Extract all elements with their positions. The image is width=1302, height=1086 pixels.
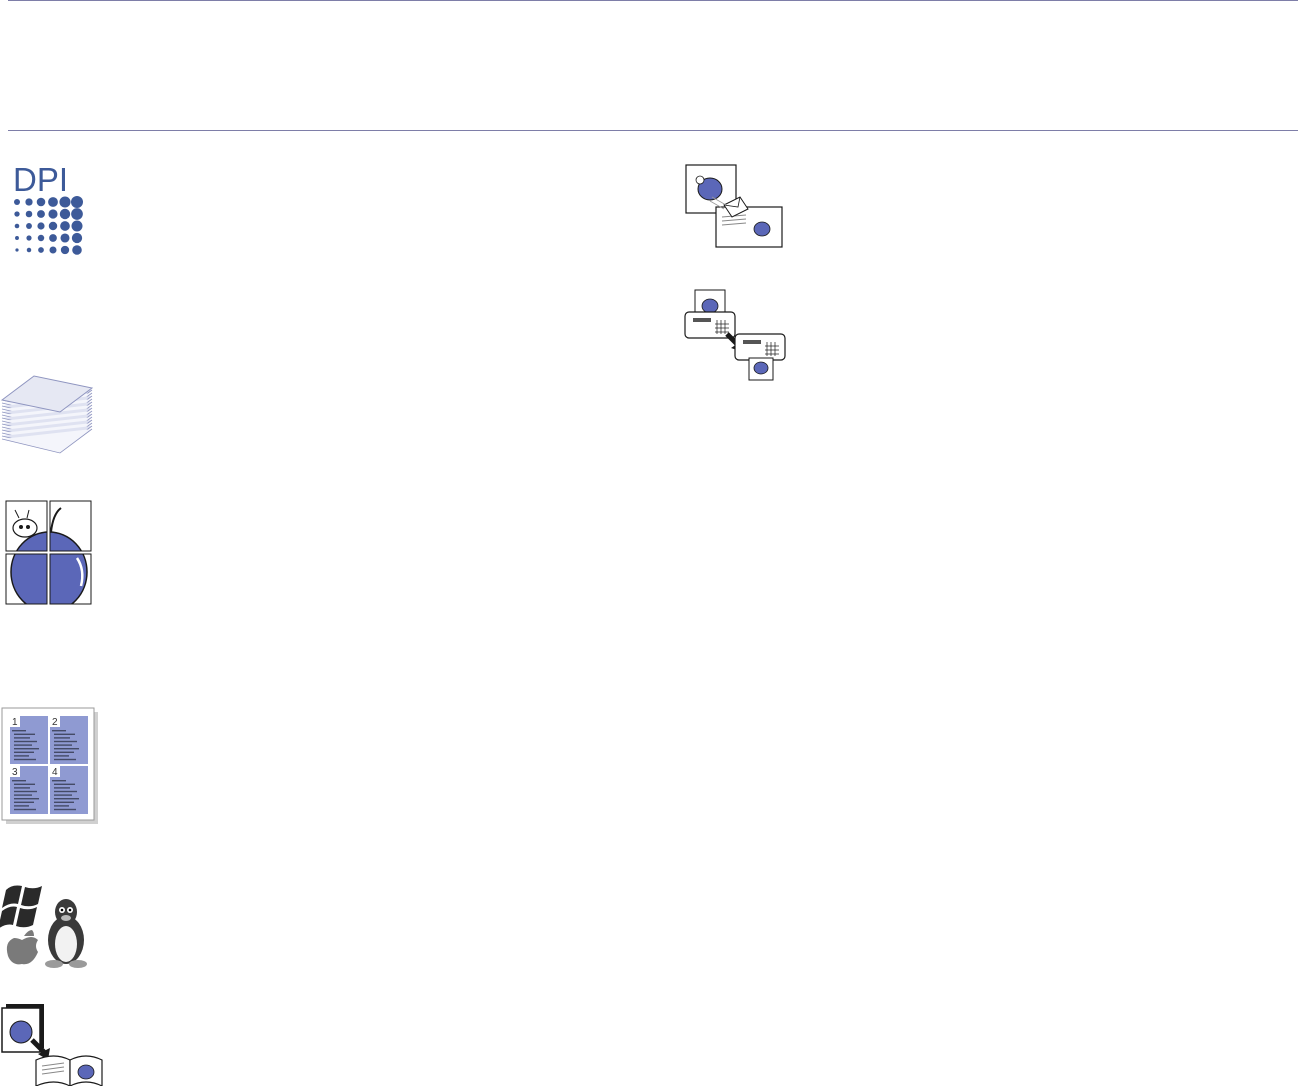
dpi-dot	[72, 245, 82, 255]
dpi-dot	[38, 247, 44, 253]
windows-logo-icon	[0, 885, 42, 928]
apple-logo-icon	[6, 930, 38, 965]
mini-text-line	[14, 801, 34, 803]
page-number-2: 2	[52, 717, 58, 728]
fax-icon	[683, 289, 787, 382]
mini-text-line	[54, 783, 75, 785]
mini-text-line	[14, 744, 32, 746]
dpi-dot	[71, 196, 83, 208]
mini-text-line	[54, 790, 77, 793]
mini-text-line	[54, 755, 69, 757]
mini-text-line	[54, 794, 72, 796]
header-bottom-rule	[8, 130, 1298, 131]
mini-text-line	[54, 808, 76, 811]
booklet-print-icon	[1, 1002, 103, 1086]
dpi-dot	[71, 220, 83, 232]
dpi-dot	[36, 197, 46, 207]
mini-text-line	[54, 733, 75, 735]
poster-print-icon	[5, 500, 93, 606]
scan-to-email-icon	[685, 164, 783, 249]
dpi-dot	[25, 210, 33, 218]
mini-text-line	[12, 730, 26, 732]
dpi-dot	[49, 234, 57, 242]
n-up-print-icon: 1 2 3 4	[1, 707, 98, 824]
mini-text-line	[14, 787, 30, 789]
mini-text-line	[54, 805, 69, 807]
mini-text-line	[54, 737, 70, 739]
dpi-dot	[37, 234, 45, 242]
mini-text-line	[54, 751, 74, 753]
dpi-dot	[14, 211, 20, 217]
mini-text-line	[14, 751, 34, 753]
mini-text-line	[14, 794, 32, 796]
dpi-dot	[59, 196, 71, 208]
page-number-4: 4	[52, 767, 58, 778]
mini-text-line	[14, 798, 39, 800]
mini-text-line	[14, 790, 37, 793]
header-top-rule	[8, 0, 1298, 1]
mini-text-line	[54, 798, 79, 800]
dpi-dot	[49, 246, 57, 254]
dpi-dot	[60, 221, 70, 231]
dpi-label: DPI	[13, 161, 68, 198]
mini-text-line	[54, 744, 72, 746]
dpi-dot	[60, 245, 70, 255]
dpi-dot	[26, 247, 32, 253]
penguin-logo-icon	[45, 899, 87, 968]
dpi-dot	[26, 223, 32, 229]
mini-text-line	[52, 780, 66, 782]
mini-text-line	[14, 805, 29, 807]
dpi-dot	[25, 198, 33, 206]
mini-text-line	[54, 748, 79, 750]
mini-text-line	[54, 740, 77, 743]
dpi-dot	[37, 210, 45, 218]
dpi-dot	[14, 223, 20, 229]
dpi-dot	[71, 208, 83, 220]
os-compatibility-icon	[0, 880, 94, 970]
dpi-dot	[15, 236, 19, 240]
mini-text-line	[14, 758, 36, 761]
mini-text-line	[52, 730, 66, 732]
dpi-dot	[48, 197, 58, 207]
dpi-dot	[48, 209, 58, 219]
dpi-dot	[48, 221, 58, 231]
mini-text-line	[12, 780, 26, 782]
dpi-resolution-icon: DPI	[12, 161, 84, 262]
dpi-dot	[59, 208, 71, 220]
mini-text-line	[54, 801, 74, 803]
mini-text-line	[54, 758, 76, 761]
mini-text-line	[14, 748, 39, 750]
dpi-dot	[15, 248, 19, 252]
mini-text-line	[14, 808, 36, 811]
dpi-dot	[26, 235, 32, 241]
dpi-dot	[71, 232, 83, 244]
page-number-3: 3	[12, 767, 18, 778]
mini-text-line	[14, 737, 30, 739]
mini-text-line	[14, 783, 35, 785]
mini-text-line	[14, 733, 35, 735]
dpi-dot	[37, 222, 45, 230]
mini-text-line	[54, 787, 70, 789]
mini-text-line	[14, 740, 37, 743]
dpi-dot	[14, 199, 20, 205]
page-number-1: 1	[12, 717, 18, 728]
dpi-dot	[60, 233, 70, 243]
paper-stack-icon	[0, 372, 94, 454]
mini-text-line	[14, 755, 29, 757]
